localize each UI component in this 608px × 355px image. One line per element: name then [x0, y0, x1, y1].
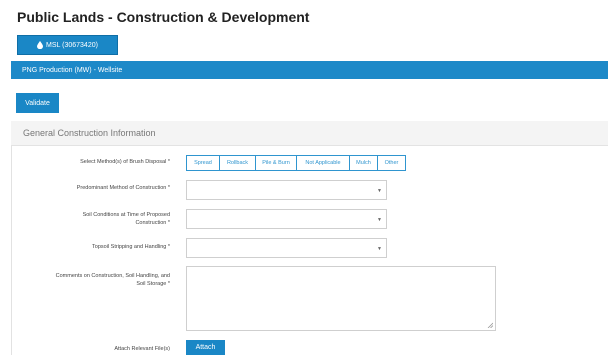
predominant-method-label: Predominant Method of Construction *	[76, 185, 170, 191]
caret-down-icon: ▼	[377, 246, 382, 252]
caret-down-icon: ▼	[377, 188, 382, 194]
attach-button[interactable]: Attach	[186, 340, 225, 355]
option-rollback-button[interactable]: Rollback	[220, 155, 256, 171]
page-title: Public Lands - Construction & Developmen…	[17, 9, 310, 25]
comments-label: Comments on Construction, Soil Handling,…	[55, 273, 170, 287]
topsoil-select[interactable]: ▼	[186, 238, 387, 258]
section-title: General Construction Information	[23, 128, 156, 138]
drop-icon	[37, 41, 44, 49]
attach-label: Attach Relevant File(s)	[114, 346, 170, 352]
brush-disposal-options: Spread Rollback Pile & Burn Not Applicab…	[186, 155, 406, 171]
caret-down-icon: ▼	[377, 217, 382, 223]
option-spread-button[interactable]: Spread	[186, 155, 220, 171]
option-pile-burn-button[interactable]: Pile & Burn	[256, 155, 297, 171]
activity-header-text: PNG Production (MW) - Wellsite	[22, 66, 123, 74]
msl-button[interactable]: MSL (30673420)	[17, 35, 118, 55]
option-mulch-button[interactable]: Mulch	[350, 155, 378, 171]
validate-button[interactable]: Validate	[16, 93, 59, 113]
topsoil-label: Topsoil Stripping and Handling *	[92, 244, 170, 250]
section-header: General Construction Information	[11, 121, 608, 146]
option-other-button[interactable]: Other	[378, 155, 406, 171]
option-not-applicable-button[interactable]: Not Applicable	[297, 155, 350, 171]
soil-conditions-select[interactable]: ▼	[186, 209, 387, 229]
activity-header-bar: PNG Production (MW) - Wellsite	[11, 61, 608, 79]
resize-handle-icon[interactable]	[487, 322, 493, 328]
comments-textarea[interactable]	[186, 266, 496, 331]
soil-conditions-label: Soil Conditions at Time of Proposed Cons…	[82, 212, 170, 226]
msl-button-label: MSL (30673420)	[46, 41, 98, 49]
predominant-method-select[interactable]: ▼	[186, 180, 387, 200]
brush-disposal-label: Select Method(s) of Brush Disposal *	[80, 159, 170, 165]
